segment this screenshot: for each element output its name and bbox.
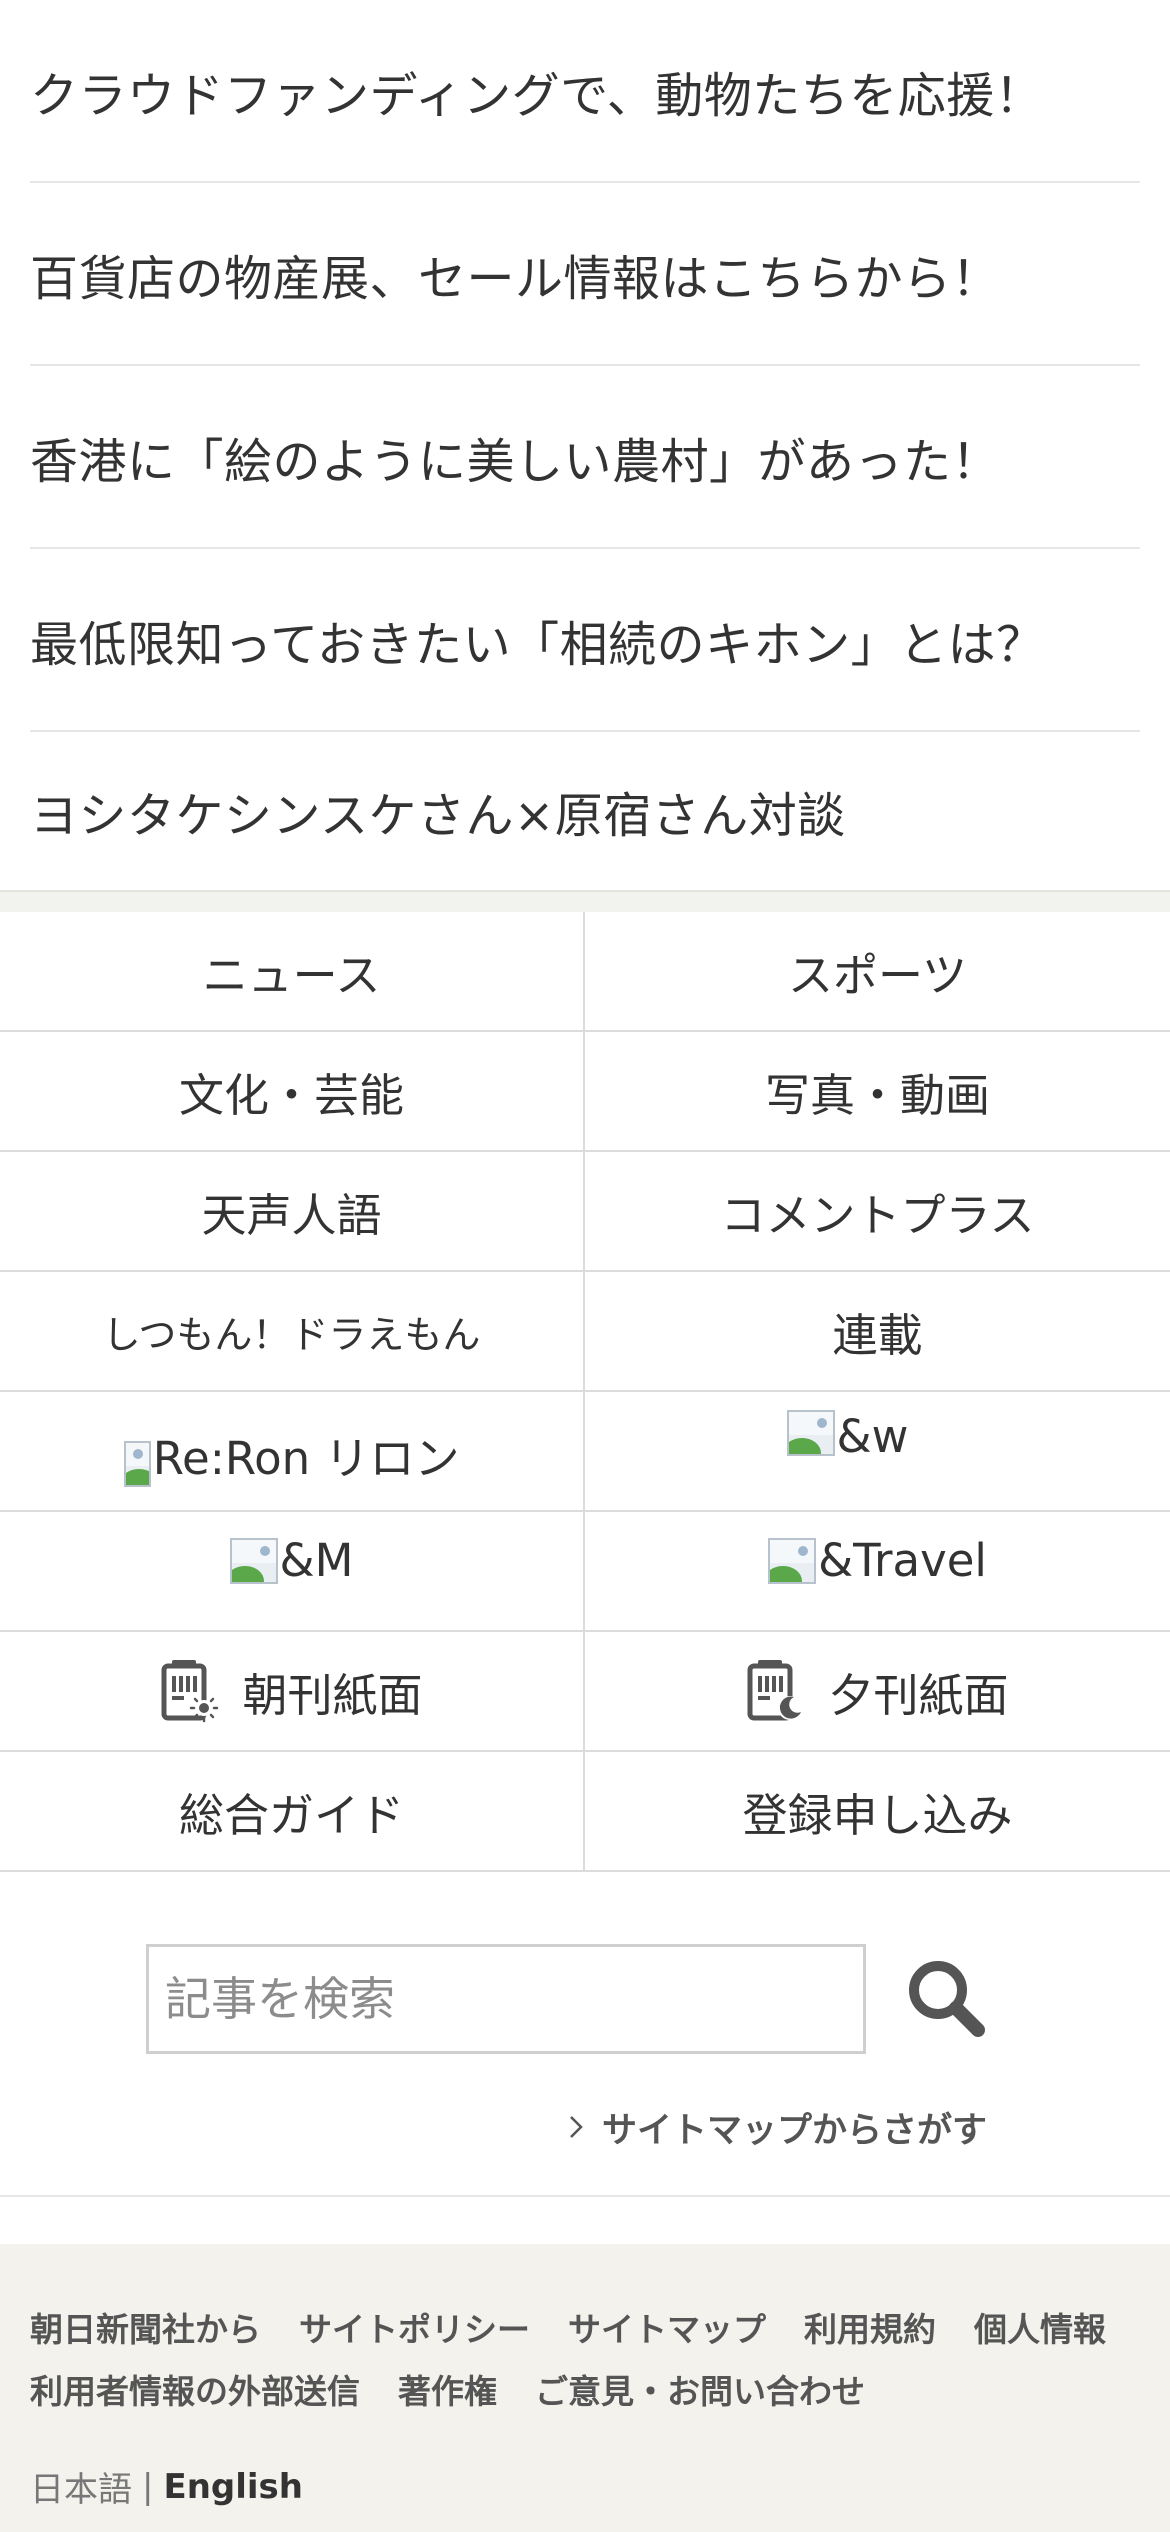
category-guide[interactable]: 総合ガイド bbox=[0, 1752, 585, 1872]
category-and-m[interactable]: &M bbox=[0, 1512, 585, 1632]
broken-image-icon bbox=[229, 1538, 278, 1584]
category-evening-paper[interactable]: 夕刊紙面 bbox=[585, 1632, 1170, 1752]
category-label: &w bbox=[836, 1410, 909, 1463]
footer-link-terms[interactable]: 利用規約 bbox=[804, 2303, 936, 2351]
category-morning-paper[interactable]: 朝刊紙面 bbox=[0, 1632, 585, 1752]
category-label: &M bbox=[279, 1534, 354, 1587]
sitemap-link-label: サイトマップからさがす bbox=[602, 2110, 988, 2151]
broken-image-icon bbox=[123, 1441, 151, 1487]
category-register[interactable]: 登録申し込み bbox=[585, 1752, 1170, 1872]
category-news[interactable]: ニュース bbox=[0, 912, 585, 1032]
language-separator: | bbox=[142, 2466, 154, 2507]
category-shitsumon[interactable]: しつもん！ドラえもん bbox=[0, 1272, 585, 1392]
promo-link[interactable]: クラウドファンディングで、動物たちを応援！ bbox=[30, 0, 1140, 183]
category-label: コメントプラス bbox=[720, 1188, 1035, 1242]
footer-link-copyright[interactable]: 著作権 bbox=[398, 2365, 497, 2413]
category-label: 連載 bbox=[832, 1308, 923, 1362]
promo-link[interactable]: 香港に「絵のように美しい農村」があった！ bbox=[30, 366, 1140, 549]
footer-link-privacy[interactable]: 個人情報 bbox=[974, 2303, 1106, 2351]
section-divider bbox=[0, 890, 1170, 912]
category-sports[interactable]: スポーツ bbox=[585, 912, 1170, 1032]
footer-row: 利用者情報の外部送信 著作権 ご意見・お問い合わせ bbox=[30, 2358, 1150, 2420]
footer-link-company[interactable]: 朝日新聞社から bbox=[30, 2303, 261, 2351]
morning-paper-icon bbox=[161, 1660, 219, 1723]
search-section: サイトマップからさがす bbox=[0, 1872, 1170, 2197]
search-input[interactable] bbox=[146, 1944, 866, 2054]
language-english-link[interactable]: English bbox=[163, 2467, 303, 2507]
category-rensai[interactable]: 連載 bbox=[585, 1272, 1170, 1392]
promo-link[interactable]: 最低限知っておきたい「相続のキホン」とは？ bbox=[30, 549, 1140, 732]
category-and-travel[interactable]: &Travel bbox=[585, 1512, 1170, 1632]
sitemap-search-link[interactable]: サイトマップからさがす bbox=[568, 2104, 988, 2151]
category-label: &Travel bbox=[818, 1534, 987, 1587]
chevron-right-icon bbox=[570, 2116, 583, 2138]
category-tenseijingo[interactable]: 天声人語 bbox=[0, 1152, 585, 1272]
footer-link-sitemap[interactable]: サイトマップ bbox=[568, 2303, 766, 2351]
category-label: ニュース bbox=[202, 948, 381, 1002]
category-label: 総合ガイド bbox=[178, 1788, 404, 1842]
category-label: Re:Ron リロン bbox=[152, 1432, 460, 1485]
category-label: 夕刊紙面 bbox=[828, 1668, 1009, 1722]
footer-link-external-transmission[interactable]: 利用者情報の外部送信 bbox=[30, 2365, 360, 2413]
category-comment-plus[interactable]: コメントプラス bbox=[585, 1152, 1170, 1272]
category-label: スポーツ bbox=[787, 948, 968, 1002]
footer-row: 朝日新聞社から サイトポリシー サイトマップ 利用規約 個人情報 bbox=[30, 2296, 1150, 2358]
category-label: 文化・芸能 bbox=[178, 1068, 404, 1122]
footer: 朝日新聞社から サイトポリシー サイトマップ 利用規約 個人情報 利用者情報の外… bbox=[0, 2244, 1170, 2532]
evening-paper-icon bbox=[747, 1660, 803, 1721]
broken-image-icon bbox=[768, 1538, 817, 1584]
promo-link[interactable]: 百貨店の物産展、セール情報はこちらから！ bbox=[30, 183, 1140, 366]
language-japanese: 日本語 bbox=[30, 2470, 132, 2510]
category-label: 写真・動画 bbox=[764, 1068, 990, 1122]
footer-links: 朝日新聞社から サイトポリシー サイトマップ 利用規約 個人情報 利用者情報の外… bbox=[30, 2296, 1150, 2420]
category-label: 登録申し込み bbox=[742, 1788, 1013, 1842]
category-label: 朝刊紙面 bbox=[242, 1668, 423, 1722]
search-button[interactable] bbox=[902, 1954, 992, 2044]
broken-image-icon bbox=[786, 1410, 835, 1456]
category-reron[interactable]: Re:Ron リロン bbox=[0, 1392, 585, 1512]
category-photo-video[interactable]: 写真・動画 bbox=[585, 1032, 1170, 1152]
footer-link-site-policy[interactable]: サイトポリシー bbox=[299, 2303, 530, 2351]
category-label: 天声人語 bbox=[201, 1188, 382, 1242]
category-and-w[interactable]: &w bbox=[585, 1392, 1170, 1512]
category-culture[interactable]: 文化・芸能 bbox=[0, 1032, 585, 1152]
language-switcher: 日本語 | English bbox=[30, 2462, 303, 2511]
footer-link-contact[interactable]: ご意見・お問い合わせ bbox=[535, 2365, 865, 2413]
category-label: しつもん！ドラえもん bbox=[102, 1312, 481, 1357]
search-icon bbox=[909, 1961, 985, 2037]
promo-link[interactable]: ヨシタケシンスケさん×原宿さん対談 bbox=[30, 732, 1140, 890]
